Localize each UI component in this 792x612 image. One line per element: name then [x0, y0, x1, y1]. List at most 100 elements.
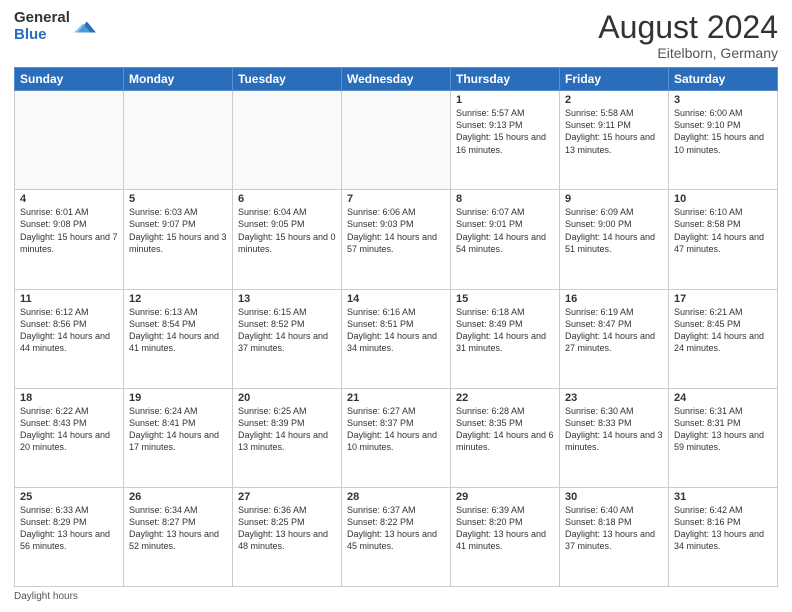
day-info: Sunrise: 6:19 AM Sunset: 8:47 PM Dayligh… — [565, 306, 663, 355]
day-info: Sunrise: 6:33 AM Sunset: 8:29 PM Dayligh… — [20, 504, 118, 553]
day-info: Sunrise: 6:22 AM Sunset: 8:43 PM Dayligh… — [20, 405, 118, 454]
day-info: Sunrise: 5:57 AM Sunset: 9:13 PM Dayligh… — [456, 107, 554, 156]
week-row-2: 4Sunrise: 6:01 AM Sunset: 9:08 PM Daylig… — [15, 190, 778, 289]
day-number: 28 — [347, 491, 445, 503]
day-number: 6 — [238, 193, 336, 205]
calendar-cell: 27Sunrise: 6:36 AM Sunset: 8:25 PM Dayli… — [233, 487, 342, 586]
calendar-cell — [342, 91, 451, 190]
calendar-cell: 20Sunrise: 6:25 AM Sunset: 8:39 PM Dayli… — [233, 388, 342, 487]
logo: General Blue — [14, 10, 96, 43]
calendar-cell: 10Sunrise: 6:10 AM Sunset: 8:58 PM Dayli… — [669, 190, 778, 289]
day-info: Sunrise: 6:00 AM Sunset: 9:10 PM Dayligh… — [674, 107, 772, 156]
day-number: 31 — [674, 491, 772, 503]
day-number: 24 — [674, 392, 772, 404]
calendar-cell: 14Sunrise: 6:16 AM Sunset: 8:51 PM Dayli… — [342, 289, 451, 388]
day-info: Sunrise: 6:18 AM Sunset: 8:49 PM Dayligh… — [456, 306, 554, 355]
day-number: 26 — [129, 491, 227, 503]
calendar-cell: 22Sunrise: 6:28 AM Sunset: 8:35 PM Dayli… — [451, 388, 560, 487]
weekday-header-tuesday: Tuesday — [233, 68, 342, 91]
calendar-cell: 19Sunrise: 6:24 AM Sunset: 8:41 PM Dayli… — [124, 388, 233, 487]
day-number: 19 — [129, 392, 227, 404]
calendar-cell: 13Sunrise: 6:15 AM Sunset: 8:52 PM Dayli… — [233, 289, 342, 388]
day-info: Sunrise: 6:04 AM Sunset: 9:05 PM Dayligh… — [238, 206, 336, 255]
weekday-header-monday: Monday — [124, 68, 233, 91]
calendar-cell: 23Sunrise: 6:30 AM Sunset: 8:33 PM Dayli… — [560, 388, 669, 487]
day-info: Sunrise: 6:40 AM Sunset: 8:18 PM Dayligh… — [565, 504, 663, 553]
day-info: Sunrise: 6:39 AM Sunset: 8:20 PM Dayligh… — [456, 504, 554, 553]
day-number: 17 — [674, 293, 772, 305]
weekday-header-wednesday: Wednesday — [342, 68, 451, 91]
calendar-cell: 16Sunrise: 6:19 AM Sunset: 8:47 PM Dayli… — [560, 289, 669, 388]
weekday-header-row: SundayMondayTuesdayWednesdayThursdayFrid… — [15, 68, 778, 91]
week-row-5: 25Sunrise: 6:33 AM Sunset: 8:29 PM Dayli… — [15, 487, 778, 586]
day-number: 1 — [456, 94, 554, 106]
calendar-cell — [233, 91, 342, 190]
calendar-cell: 31Sunrise: 6:42 AM Sunset: 8:16 PM Dayli… — [669, 487, 778, 586]
day-number: 2 — [565, 94, 663, 106]
calendar-cell — [124, 91, 233, 190]
day-number: 14 — [347, 293, 445, 305]
day-info: Sunrise: 6:07 AM Sunset: 9:01 PM Dayligh… — [456, 206, 554, 255]
calendar-cell: 26Sunrise: 6:34 AM Sunset: 8:27 PM Dayli… — [124, 487, 233, 586]
day-number: 9 — [565, 193, 663, 205]
day-info: Sunrise: 6:10 AM Sunset: 8:58 PM Dayligh… — [674, 206, 772, 255]
day-number: 20 — [238, 392, 336, 404]
calendar-cell: 24Sunrise: 6:31 AM Sunset: 8:31 PM Dayli… — [669, 388, 778, 487]
page: General Blue August 2024 Eitelborn, Germ… — [0, 0, 792, 612]
day-info: Sunrise: 6:16 AM Sunset: 8:51 PM Dayligh… — [347, 306, 445, 355]
calendar-cell: 8Sunrise: 6:07 AM Sunset: 9:01 PM Daylig… — [451, 190, 560, 289]
footer-note: Daylight hours — [14, 591, 778, 602]
calendar-cell — [15, 91, 124, 190]
calendar-cell: 9Sunrise: 6:09 AM Sunset: 9:00 PM Daylig… — [560, 190, 669, 289]
day-number: 23 — [565, 392, 663, 404]
title-block: August 2024 Eitelborn, Germany — [598, 10, 778, 61]
week-row-4: 18Sunrise: 6:22 AM Sunset: 8:43 PM Dayli… — [15, 388, 778, 487]
day-number: 25 — [20, 491, 118, 503]
calendar-cell: 17Sunrise: 6:21 AM Sunset: 8:45 PM Dayli… — [669, 289, 778, 388]
day-number: 16 — [565, 293, 663, 305]
day-info: Sunrise: 6:12 AM Sunset: 8:56 PM Dayligh… — [20, 306, 118, 355]
calendar-table: SundayMondayTuesdayWednesdayThursdayFrid… — [14, 67, 778, 587]
weekday-header-friday: Friday — [560, 68, 669, 91]
day-number: 12 — [129, 293, 227, 305]
day-number: 7 — [347, 193, 445, 205]
day-number: 8 — [456, 193, 554, 205]
day-info: Sunrise: 6:01 AM Sunset: 9:08 PM Dayligh… — [20, 206, 118, 255]
day-info: Sunrise: 6:13 AM Sunset: 8:54 PM Dayligh… — [129, 306, 227, 355]
logo-icon — [74, 16, 96, 38]
calendar-cell: 2Sunrise: 5:58 AM Sunset: 9:11 PM Daylig… — [560, 91, 669, 190]
calendar-cell: 4Sunrise: 6:01 AM Sunset: 9:08 PM Daylig… — [15, 190, 124, 289]
day-info: Sunrise: 6:28 AM Sunset: 8:35 PM Dayligh… — [456, 405, 554, 454]
logo-general: General — [14, 10, 70, 27]
weekday-header-thursday: Thursday — [451, 68, 560, 91]
day-info: Sunrise: 6:09 AM Sunset: 9:00 PM Dayligh… — [565, 206, 663, 255]
day-info: Sunrise: 6:25 AM Sunset: 8:39 PM Dayligh… — [238, 405, 336, 454]
day-number: 15 — [456, 293, 554, 305]
day-info: Sunrise: 6:30 AM Sunset: 8:33 PM Dayligh… — [565, 405, 663, 454]
calendar-cell: 15Sunrise: 6:18 AM Sunset: 8:49 PM Dayli… — [451, 289, 560, 388]
day-info: Sunrise: 6:34 AM Sunset: 8:27 PM Dayligh… — [129, 504, 227, 553]
calendar-cell: 11Sunrise: 6:12 AM Sunset: 8:56 PM Dayli… — [15, 289, 124, 388]
day-info: Sunrise: 6:21 AM Sunset: 8:45 PM Dayligh… — [674, 306, 772, 355]
calendar-cell: 21Sunrise: 6:27 AM Sunset: 8:37 PM Dayli… — [342, 388, 451, 487]
day-info: Sunrise: 6:06 AM Sunset: 9:03 PM Dayligh… — [347, 206, 445, 255]
calendar-cell: 25Sunrise: 6:33 AM Sunset: 8:29 PM Dayli… — [15, 487, 124, 586]
day-info: Sunrise: 6:24 AM Sunset: 8:41 PM Dayligh… — [129, 405, 227, 454]
day-number: 10 — [674, 193, 772, 205]
day-info: Sunrise: 6:27 AM Sunset: 8:37 PM Dayligh… — [347, 405, 445, 454]
day-number: 4 — [20, 193, 118, 205]
week-row-1: 1Sunrise: 5:57 AM Sunset: 9:13 PM Daylig… — [15, 91, 778, 190]
day-number: 30 — [565, 491, 663, 503]
weekday-header-sunday: Sunday — [15, 68, 124, 91]
day-number: 18 — [20, 392, 118, 404]
logo-blue: Blue — [14, 27, 70, 44]
day-info: Sunrise: 6:15 AM Sunset: 8:52 PM Dayligh… — [238, 306, 336, 355]
day-info: Sunrise: 6:31 AM Sunset: 8:31 PM Dayligh… — [674, 405, 772, 454]
day-info: Sunrise: 6:37 AM Sunset: 8:22 PM Dayligh… — [347, 504, 445, 553]
day-number: 13 — [238, 293, 336, 305]
calendar-cell: 5Sunrise: 6:03 AM Sunset: 9:07 PM Daylig… — [124, 190, 233, 289]
calendar-cell: 6Sunrise: 6:04 AM Sunset: 9:05 PM Daylig… — [233, 190, 342, 289]
location: Eitelborn, Germany — [598, 45, 778, 61]
day-info: Sunrise: 6:03 AM Sunset: 9:07 PM Dayligh… — [129, 206, 227, 255]
day-info: Sunrise: 6:36 AM Sunset: 8:25 PM Dayligh… — [238, 504, 336, 553]
